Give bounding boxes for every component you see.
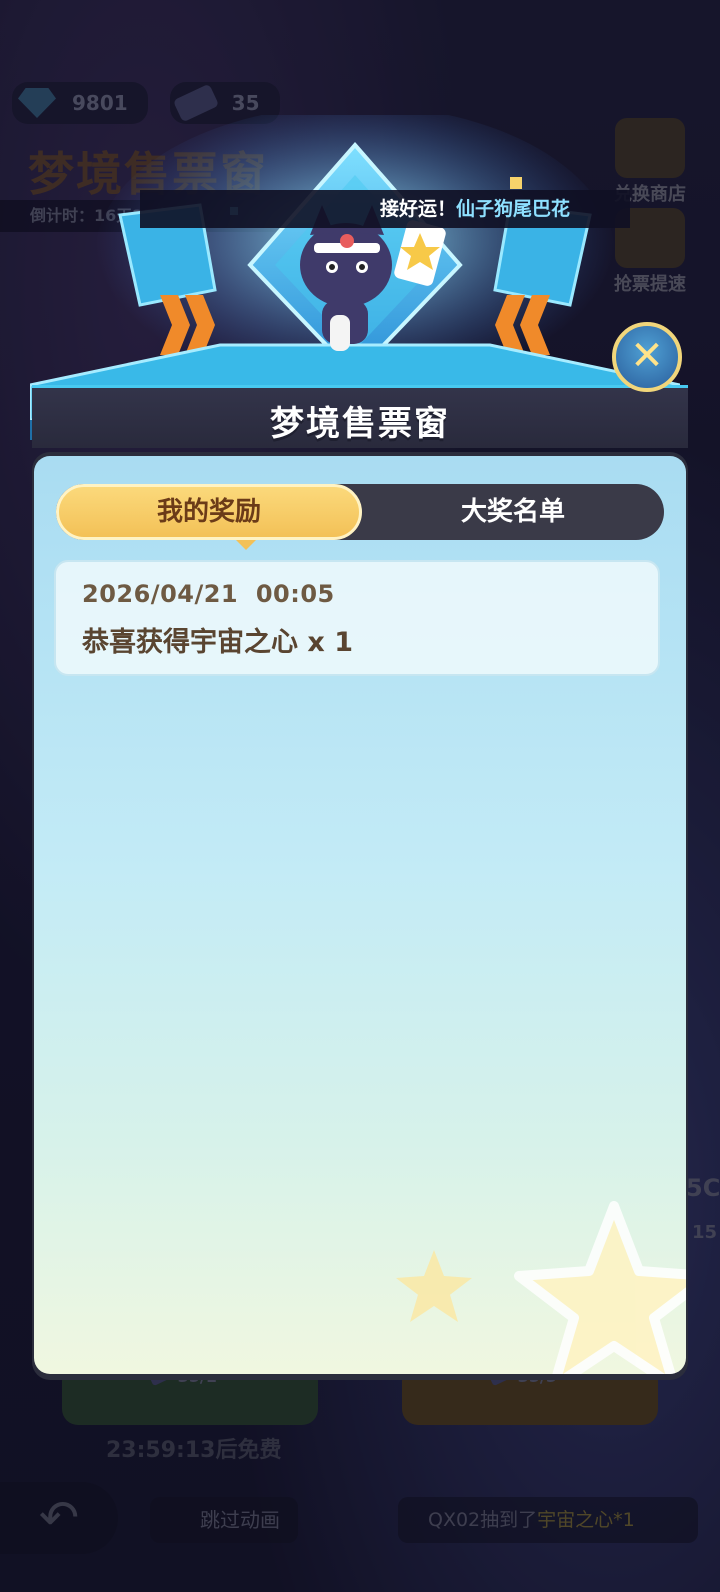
close-icon: ✕: [630, 333, 664, 379]
rewards-panel-body: 我的奖励 大奖名单 2026/04/21 00:05 恭喜获得宇宙之心 x 1: [34, 456, 686, 1374]
tab-bar: 我的奖励 大奖名单: [56, 484, 664, 550]
star-decoration-large: [514, 1201, 686, 1374]
announcement-marquee: 接好运！仙子狗尾巴花: [140, 190, 630, 228]
marquee-highlight: 仙子狗尾巴花: [456, 198, 571, 220]
marquee-prefix: 接好运！: [380, 198, 457, 220]
modal-title: 梦境售票窗: [270, 404, 450, 444]
tab-pointer: [236, 540, 256, 550]
tab-grand-prize-list[interactable]: 大奖名单: [362, 484, 664, 540]
star-decoration-small: [396, 1250, 472, 1322]
tab-my-rewards[interactable]: 我的奖励: [56, 484, 362, 540]
record-description: 恭喜获得宇宙之心 x 1: [82, 627, 354, 658]
rewards-panel: 我的奖励 大奖名单 2026/04/21 00:05 恭喜获得宇宙之心 x 1: [32, 452, 688, 1380]
record-timestamp: 2026/04/21 00:05: [82, 580, 335, 608]
close-button[interactable]: ✕: [612, 322, 682, 392]
list-item: 2026/04/21 00:05 恭喜获得宇宙之心 x 1: [54, 560, 660, 676]
